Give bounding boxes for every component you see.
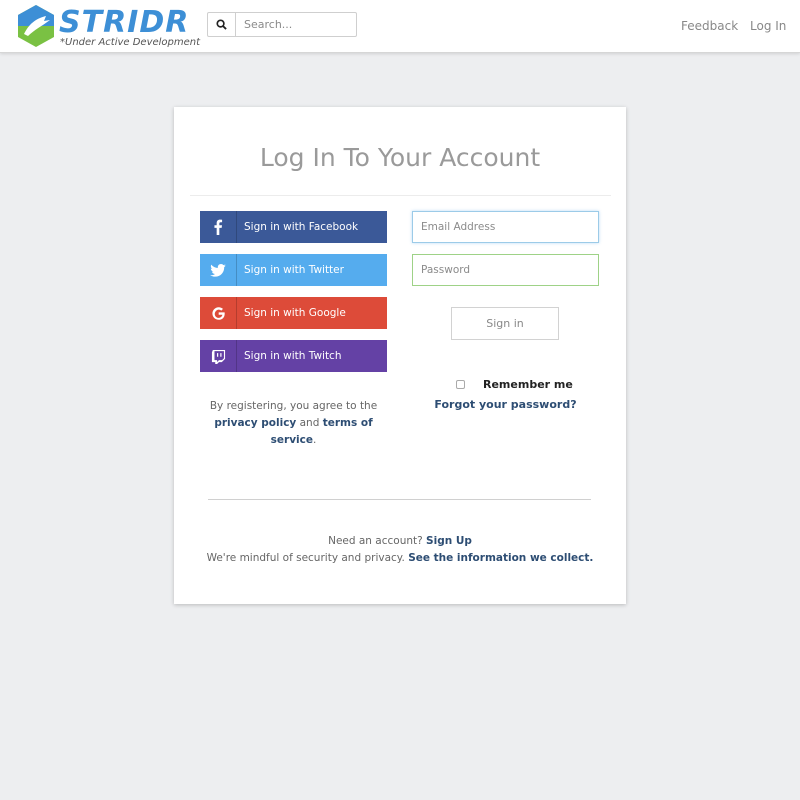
nav-feedback-link[interactable]: Feedback [681, 19, 738, 33]
facebook-signin-button[interactable]: Sign in with Facebook [200, 211, 387, 243]
top-navbar: STRIDR *Under Active Development Feedbac… [0, 0, 800, 53]
search-input[interactable] [237, 13, 356, 36]
twitter-signin-button[interactable]: Sign in with Twitter [200, 254, 387, 286]
signin-button[interactable]: Sign in [451, 307, 559, 340]
privacy-policy-link[interactable]: privacy policy [214, 417, 296, 429]
terms-prefix: By registering, you agree to the [209, 400, 378, 412]
stridr-logo[interactable]: STRIDR *Under Active Development [14, 4, 200, 50]
footer-divider [208, 499, 591, 500]
email-field[interactable] [412, 211, 599, 243]
facebook-icon [200, 211, 237, 243]
remember-me-checkbox[interactable] [456, 380, 465, 389]
title-divider [190, 195, 611, 196]
signup-link[interactable]: Sign Up [426, 535, 472, 547]
remember-me-label[interactable]: Remember me [483, 378, 573, 391]
page-title: Log In To Your Account [259, 143, 541, 172]
terms-end: . [313, 434, 317, 446]
logo-wordmark: STRIDR [59, 5, 190, 40]
need-account-text: Need an account? [328, 535, 423, 547]
signup-prompt: Need an account? Sign Up [174, 535, 626, 547]
info-collect-link[interactable]: See the information we collect. [408, 552, 593, 564]
search-button[interactable] [208, 13, 236, 36]
terms-and: and [299, 417, 320, 429]
twitch-signin-button[interactable]: Sign in with Twitch [200, 340, 387, 372]
search-box [207, 12, 357, 37]
forgot-password-link[interactable]: Forgot your password? [412, 398, 599, 411]
google-signin-button[interactable]: Sign in with Google [200, 297, 387, 329]
registration-terms: By registering, you agree to the privacy… [200, 398, 387, 449]
facebook-signin-label: Sign in with Facebook [244, 221, 359, 233]
password-field[interactable] [412, 254, 599, 286]
privacy-text: We're mindful of security and privacy. [206, 552, 405, 564]
twitter-signin-label: Sign in with Twitter [244, 264, 344, 276]
twitch-icon [200, 340, 237, 372]
nav-login-link[interactable]: Log In [750, 19, 786, 33]
twitter-icon [200, 254, 237, 286]
logo-hexagon-icon [18, 5, 54, 47]
logo-subtitle: *Under Active Development [60, 37, 201, 48]
search-icon [216, 19, 227, 30]
privacy-notice: We're mindful of security and privacy. S… [174, 552, 626, 564]
twitch-signin-label: Sign in with Twitch [244, 350, 342, 362]
google-signin-label: Sign in with Google [244, 307, 346, 319]
remember-me: Remember me [456, 378, 573, 391]
google-icon [200, 297, 237, 329]
